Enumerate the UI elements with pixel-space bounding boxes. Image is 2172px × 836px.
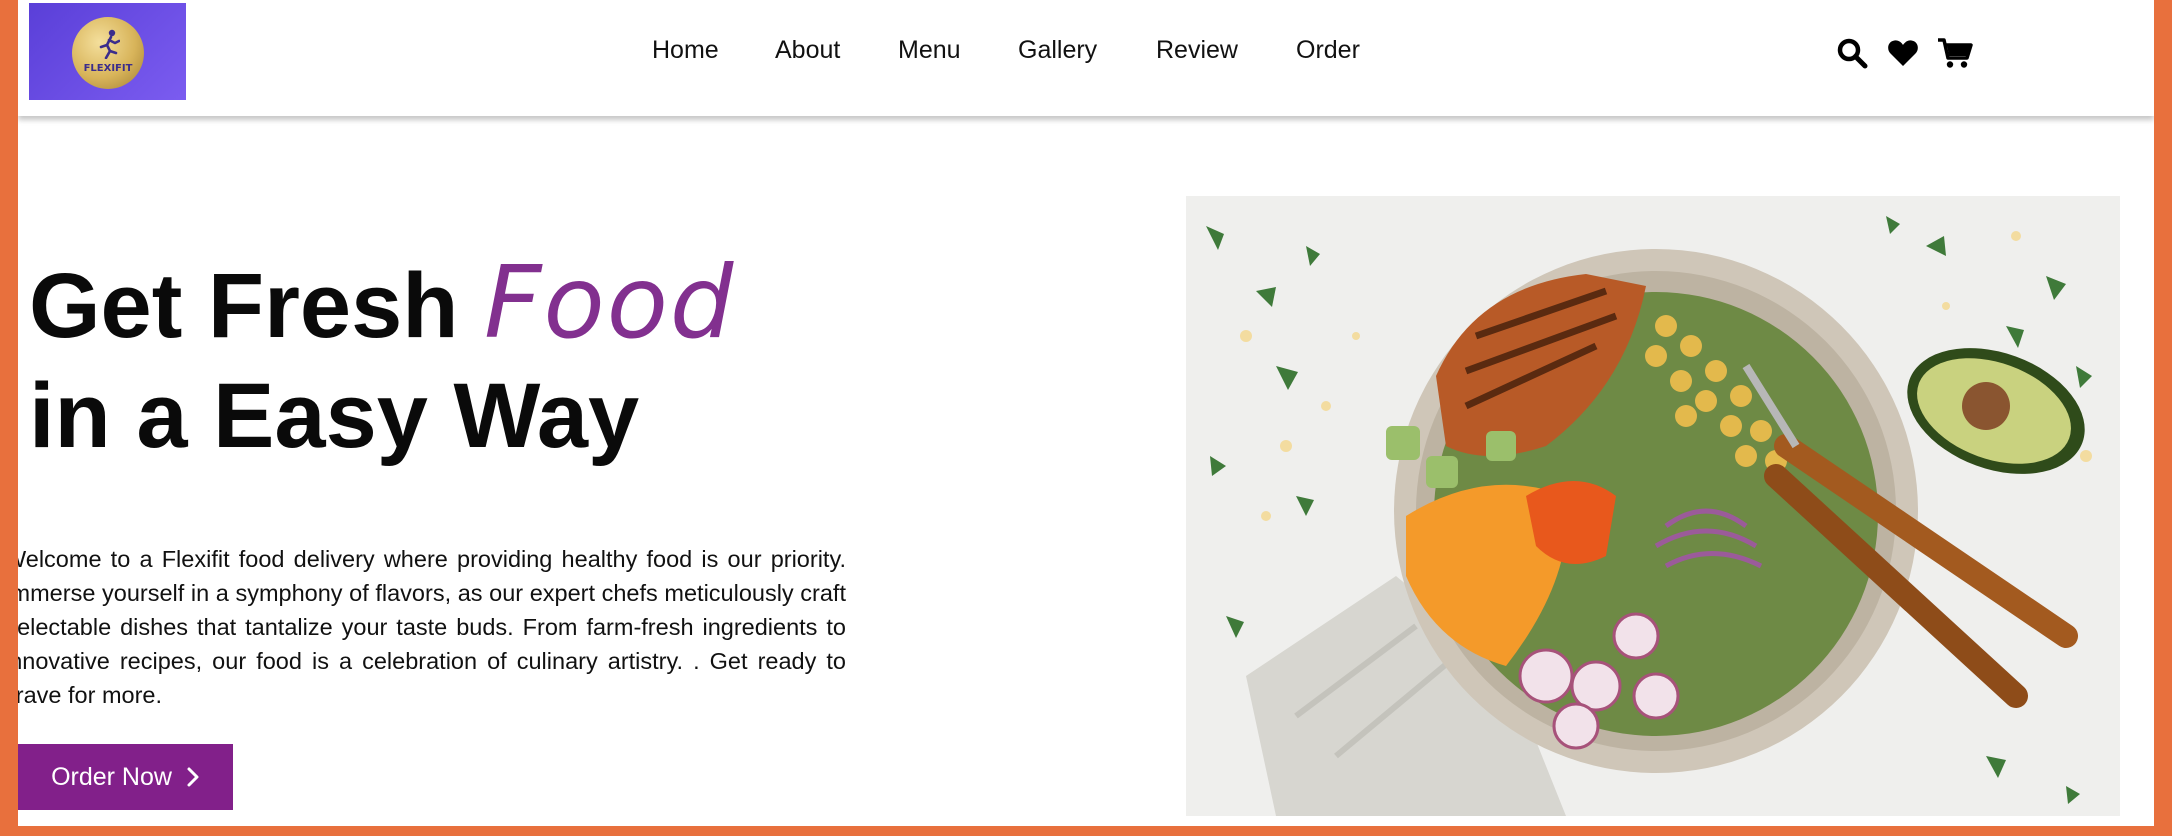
nav-link-about[interactable]: About: [775, 36, 840, 65]
chevron-right-icon: [187, 767, 199, 787]
nav-link-home[interactable]: Home: [652, 36, 719, 65]
cart-icon[interactable]: [1937, 36, 1973, 70]
hero-title-line-1: Get Fresh Food: [29, 248, 735, 361]
search-icon[interactable]: [1835, 36, 1869, 70]
hero-title: Get Fresh Food in a Easy Way: [29, 248, 735, 471]
hero-title-accent: Food: [484, 244, 736, 361]
main-nav: Home About Menu Gallery Review Order: [18, 36, 2154, 70]
nav-link-menu[interactable]: Menu: [898, 36, 961, 65]
nav-link-gallery[interactable]: Gallery: [1018, 36, 1097, 65]
heart-icon[interactable]: [1886, 36, 1920, 70]
salad-bowl-illustration: [1206, 216, 2092, 816]
hero-title-line-2: in a Easy Way: [29, 365, 640, 467]
navbar: FLEXIFIT Home About Menu Gallery Review …: [18, 0, 2154, 116]
order-now-label: Order Now: [51, 762, 172, 791]
page: FLEXIFIT Home About Menu Gallery Review …: [18, 0, 2154, 826]
hero-title-part: Get Fresh: [29, 255, 459, 357]
order-now-button[interactable]: Order Now: [18, 744, 233, 810]
nav-link-order[interactable]: Order: [1296, 36, 1360, 65]
hero-description: Welcome to a Flexifit food delivery wher…: [18, 546, 846, 708]
hero-food-image: [1186, 196, 2120, 816]
nav-link-review[interactable]: Review: [1156, 36, 1238, 65]
